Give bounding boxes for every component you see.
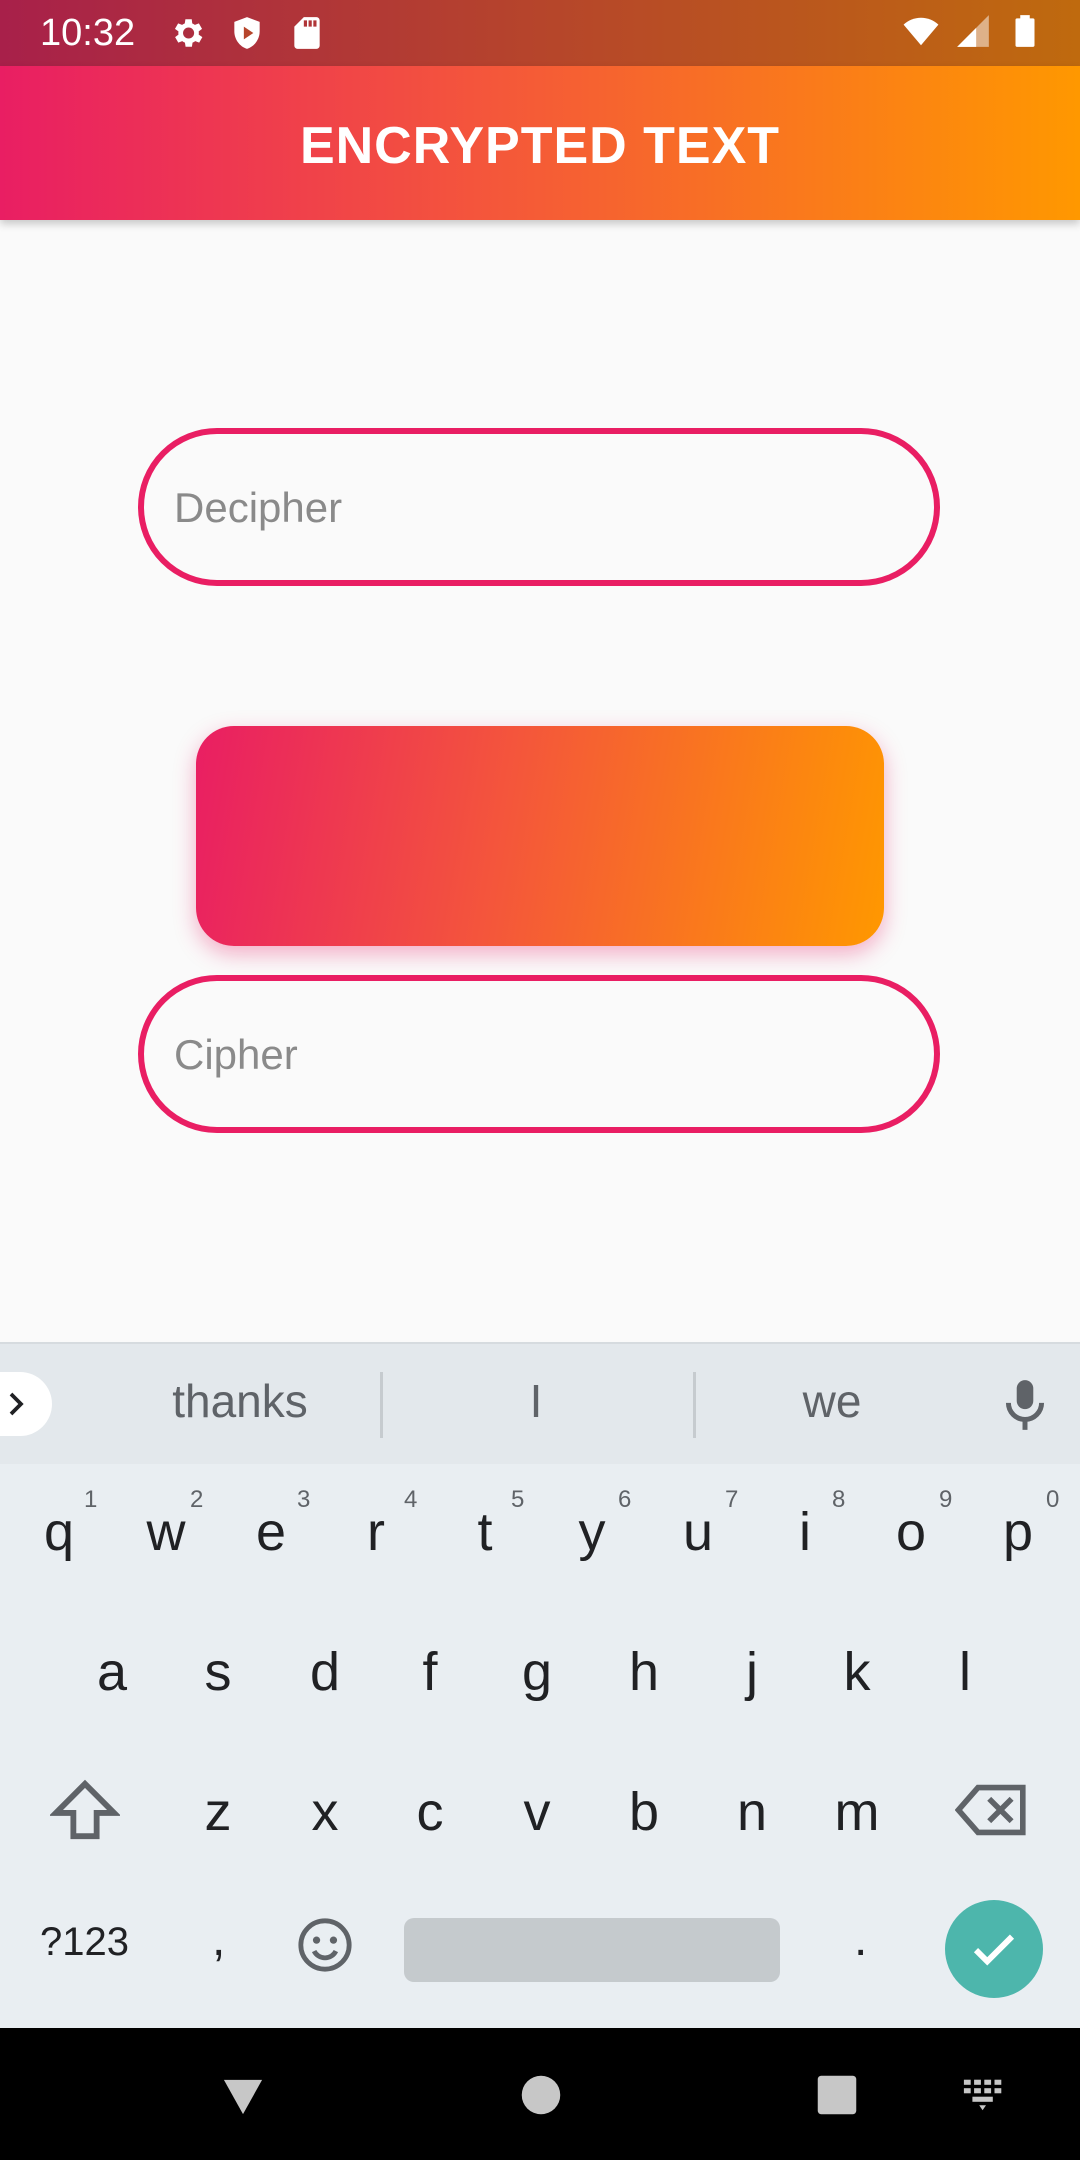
shift-icon[interactable]	[50, 1778, 120, 1842]
key-x[interactable]: x	[280, 1752, 370, 1872]
key-hint: 7	[725, 1486, 739, 1513]
key-hint: 5	[511, 1486, 525, 1513]
navigation-bar	[0, 2028, 1080, 2160]
symbols-key[interactable]: ?123	[40, 1920, 129, 1965]
cipher-input[interactable]	[172, 981, 896, 1129]
cipher-field[interactable]	[138, 975, 940, 1133]
suggestion-divider	[693, 1372, 696, 1438]
backspace-icon[interactable]	[955, 1782, 1029, 1838]
key-k[interactable]: k	[812, 1612, 902, 1732]
comma-key[interactable]: ,	[212, 1912, 225, 1967]
home-icon[interactable]	[520, 2074, 562, 2116]
shield-play-icon	[234, 17, 260, 49]
decipher-field[interactable]	[138, 428, 940, 586]
decipher-input[interactable]	[172, 434, 896, 582]
app-bar: ENCRYPTED TEXT	[0, 66, 1080, 220]
back-icon[interactable]	[220, 2076, 266, 2118]
key-v[interactable]: v	[492, 1752, 582, 1872]
key-b[interactable]: b	[599, 1752, 689, 1872]
key-a[interactable]: a	[67, 1612, 157, 1732]
key-n[interactable]: n	[707, 1752, 797, 1872]
status-bar: 10:32	[0, 0, 1080, 66]
emoji-icon[interactable]	[296, 1916, 354, 1974]
key-hint: 4	[404, 1486, 418, 1513]
key-hint: 6	[618, 1486, 632, 1513]
key-l[interactable]: l	[920, 1612, 1010, 1732]
key-c[interactable]: c	[385, 1752, 475, 1872]
check-icon	[973, 1934, 1015, 1966]
sd-card-icon	[294, 17, 320, 49]
key-hint: 3	[297, 1486, 311, 1513]
suggestion-3[interactable]: we	[732, 1374, 932, 1428]
suggestion-2[interactable]: I	[436, 1374, 636, 1428]
key-hint: 1	[84, 1486, 98, 1513]
page-title: ENCRYPTED TEXT	[299, 117, 781, 175]
key-j[interactable]: j	[707, 1612, 797, 1732]
key-f[interactable]: f	[385, 1612, 475, 1732]
settings-icon	[174, 19, 203, 47]
battery-icon	[1015, 15, 1035, 47]
wifi-icon	[903, 17, 939, 46]
microphone-icon[interactable]	[1000, 1376, 1050, 1434]
suggestion-divider	[380, 1372, 383, 1438]
suggestion-1[interactable]: thanks	[140, 1374, 340, 1428]
keyboard-switch-icon[interactable]	[962, 2078, 1010, 2112]
key-hint: 9	[939, 1486, 953, 1513]
status-time: 10:32	[40, 12, 136, 54]
expand-suggestions-button[interactable]	[0, 1372, 52, 1436]
key-hint: 8	[832, 1486, 846, 1513]
key-h[interactable]: h	[599, 1612, 689, 1732]
key-g[interactable]: g	[492, 1612, 582, 1732]
cell-signal-icon	[957, 15, 989, 47]
period-key[interactable]: .	[854, 1912, 867, 1967]
space-key[interactable]	[404, 1918, 780, 1982]
key-d[interactable]: d	[280, 1612, 370, 1732]
chevron-right-icon	[9, 1392, 24, 1416]
recents-icon[interactable]	[816, 2074, 858, 2116]
key-hint: 0	[1046, 1486, 1060, 1513]
key-m[interactable]: m	[812, 1752, 902, 1872]
key-hint: 2	[190, 1486, 204, 1513]
encrypt-button[interactable]	[196, 726, 884, 946]
enter-button[interactable]	[945, 1900, 1043, 1998]
key-z[interactable]: z	[173, 1752, 263, 1872]
key-s[interactable]: s	[173, 1612, 263, 1732]
suggestion-bar: thanks I we	[0, 1342, 1080, 1464]
